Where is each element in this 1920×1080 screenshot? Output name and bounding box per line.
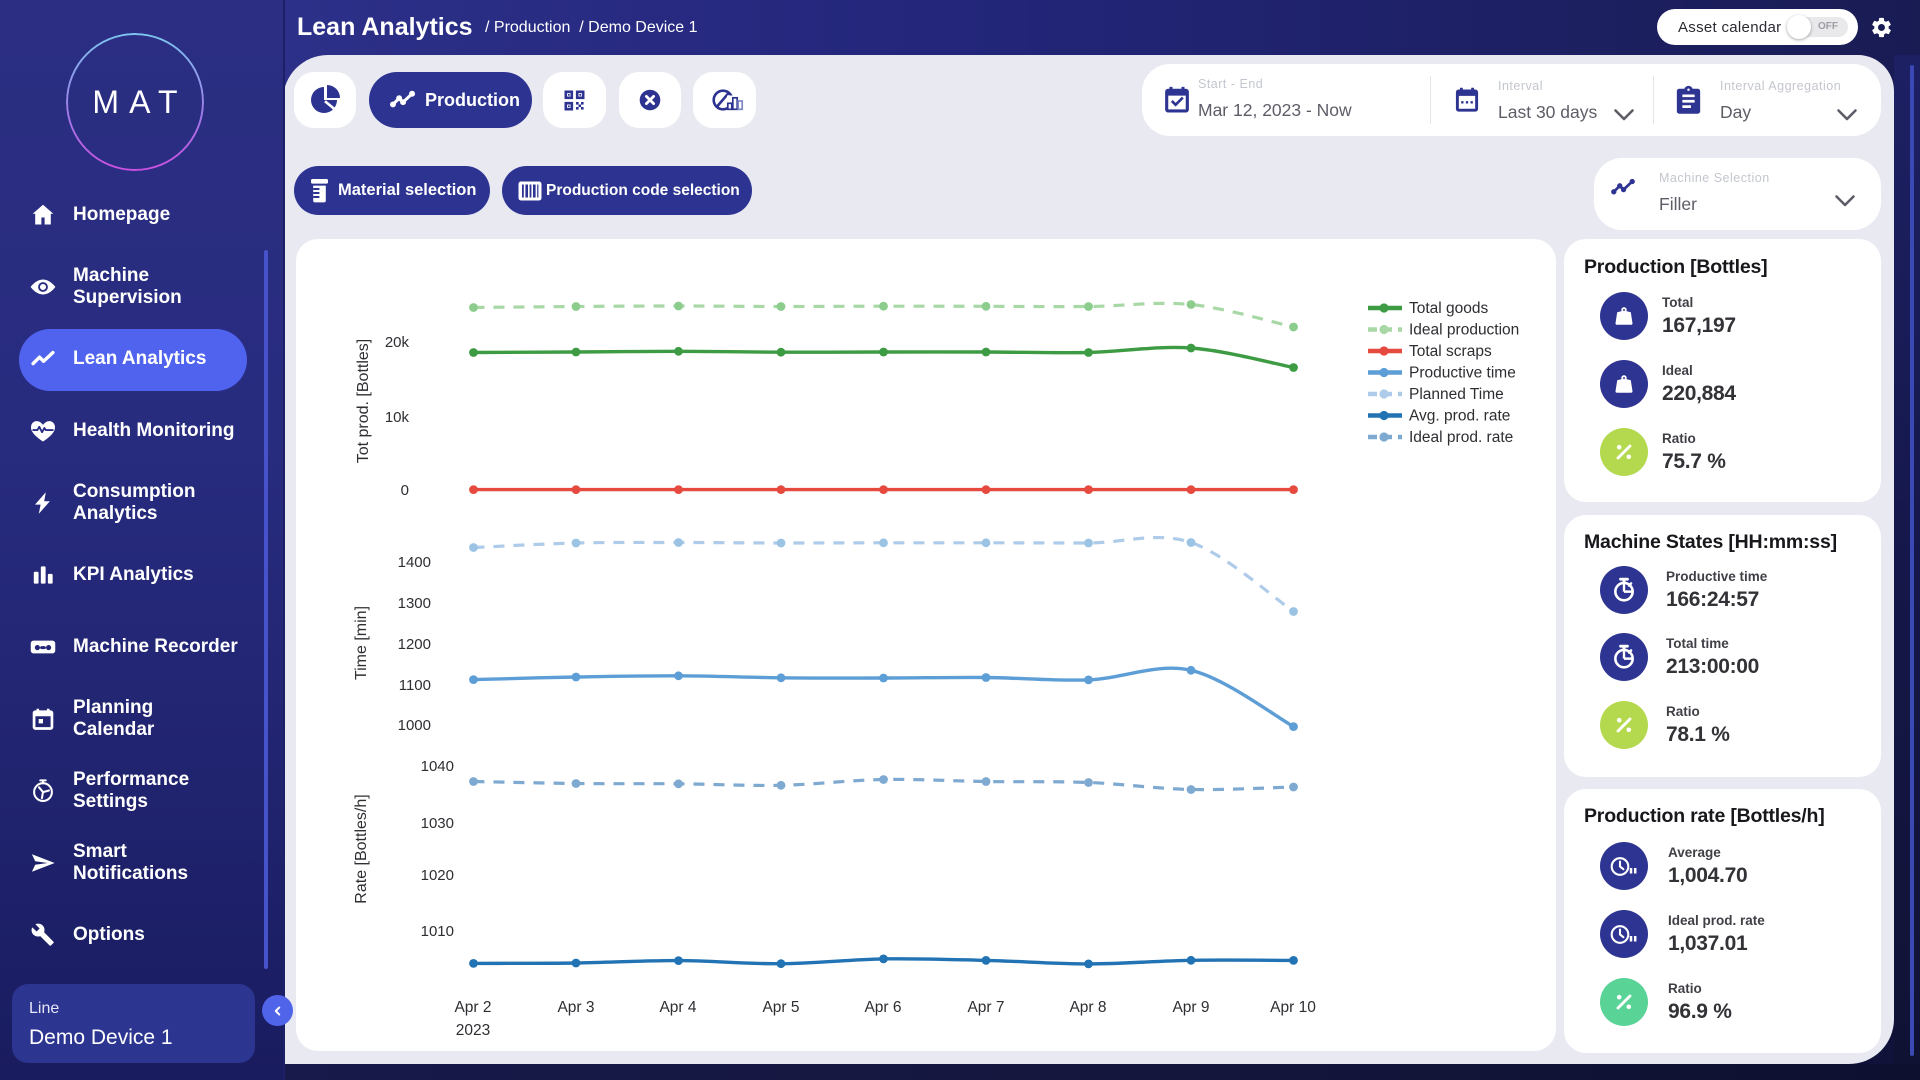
svg-text:Apr 3: Apr 3 (557, 999, 594, 1016)
svg-text:0: 0 (401, 482, 409, 499)
svg-text:1030: 1030 (421, 815, 454, 832)
svg-text:Apr 7: Apr 7 (967, 999, 1004, 1016)
svg-text:1400: 1400 (398, 554, 431, 571)
svg-text:Productive time: Productive time (1409, 365, 1516, 382)
svg-text:Avg. prod. rate: Avg. prod. rate (1409, 408, 1510, 425)
svg-text:Total scraps: Total scraps (1409, 343, 1492, 360)
svg-text:1100: 1100 (399, 677, 431, 694)
svg-text:Ideal production: Ideal production (1409, 322, 1519, 339)
svg-text:1010: 1010 (421, 923, 454, 940)
svg-text:1040: 1040 (421, 758, 454, 775)
svg-text:Ideal prod. rate: Ideal prod. rate (1409, 429, 1513, 446)
svg-text:2023: 2023 (456, 1022, 490, 1039)
svg-text:Apr 2: Apr 2 (454, 999, 491, 1016)
svg-text:Apr 6: Apr 6 (864, 999, 901, 1016)
svg-text:Apr 8: Apr 8 (1069, 999, 1106, 1016)
svg-text:Apr 10: Apr 10 (1270, 999, 1316, 1016)
svg-text:Total goods: Total goods (1409, 300, 1489, 317)
svg-text:Planned Time: Planned Time (1409, 386, 1504, 403)
svg-text:1200: 1200 (398, 636, 431, 653)
svg-text:Tot prod. [Bottles]: Tot prod. [Bottles] (355, 339, 372, 464)
svg-text:10k: 10k (385, 409, 410, 426)
svg-text:1000: 1000 (398, 717, 431, 734)
svg-text:Time [min]: Time [min] (353, 606, 370, 680)
svg-text:Apr 5: Apr 5 (762, 999, 799, 1016)
svg-text:Rate [Bottles/h]: Rate [Bottles/h] (353, 794, 370, 903)
svg-text:Apr 9: Apr 9 (1172, 999, 1209, 1016)
svg-text:Apr 4: Apr 4 (659, 999, 696, 1016)
svg-text:20k: 20k (385, 334, 410, 351)
svg-text:1020: 1020 (421, 867, 454, 884)
svg-text:1300: 1300 (398, 595, 431, 612)
